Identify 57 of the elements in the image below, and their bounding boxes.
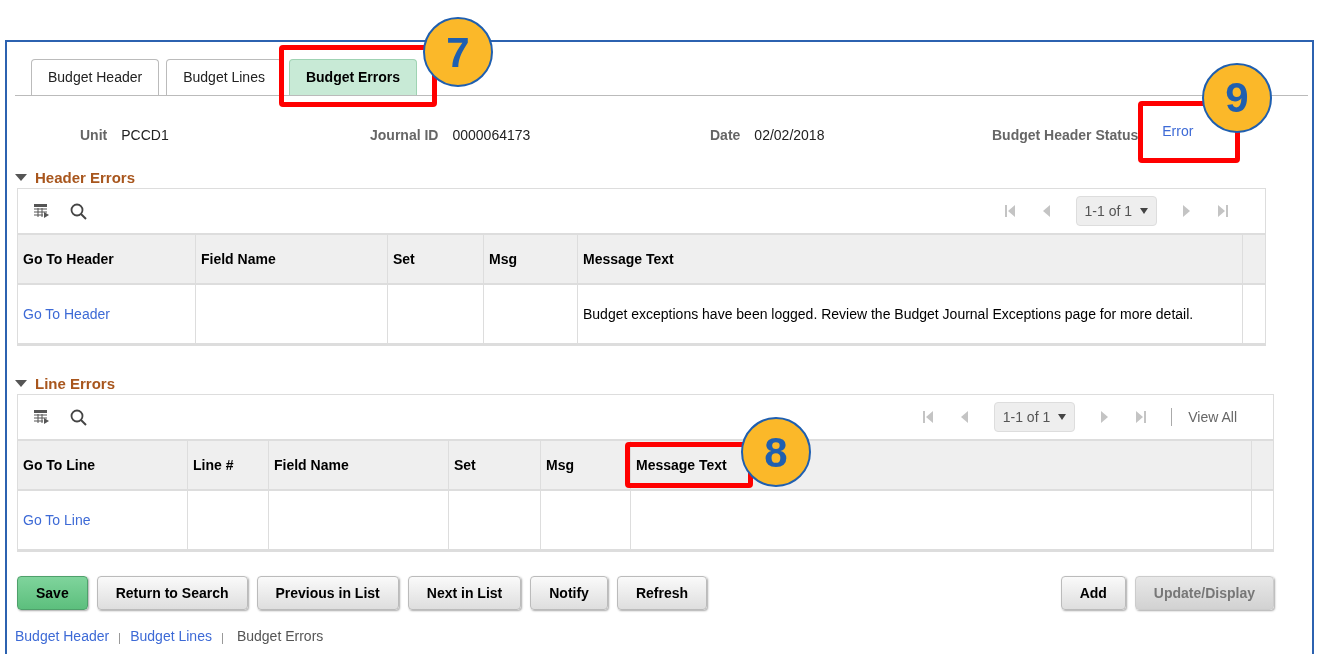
footer-link[interactable]: Budget Errors: [236, 626, 324, 647]
column-header: Set: [449, 439, 541, 491]
column-header: Go To Header: [18, 233, 196, 285]
grid-settings-icon[interactable]: [34, 204, 50, 218]
column-header: Line #: [188, 439, 269, 491]
callout-number: 7: [422, 17, 493, 87]
action-button[interactable]: Refresh: [616, 576, 708, 610]
row-link[interactable]: Go To Header: [23, 303, 110, 325]
section-title: Header Errors: [35, 167, 136, 188]
field-label: Budget Header Status: [992, 125, 1139, 145]
column-header: Field Name: [269, 439, 449, 491]
action-button[interactable]: Previous in List: [256, 576, 399, 610]
column-header: Go To Line: [18, 439, 188, 491]
separator-line: [119, 632, 121, 644]
tab[interactable]: Budget Lines: [166, 59, 282, 95]
dropdown-caret-icon: [1140, 208, 1148, 214]
last-page-icon[interactable]: [1135, 410, 1148, 424]
callout-number: 8: [741, 417, 811, 487]
action-button[interactable]: Save: [17, 576, 88, 610]
field-value: PCCD1: [121, 125, 169, 145]
first-page-icon[interactable]: [1003, 204, 1016, 218]
column-header: Set: [388, 233, 484, 285]
section-title: Line Errors: [35, 373, 116, 394]
first-page-icon[interactable]: [921, 410, 934, 424]
tab[interactable]: Budget Header: [31, 59, 160, 95]
action-button[interactable]: Next in List: [407, 576, 522, 610]
field-label: Unit: [80, 125, 108, 145]
footer-link[interactable]: Budget Lines: [130, 626, 212, 647]
tab[interactable]: Budget Errors: [288, 59, 418, 95]
grid-settings-icon[interactable]: [34, 410, 50, 424]
field-label: Date: [710, 125, 741, 145]
footer-link[interactable]: Budget Header: [15, 626, 110, 647]
callout-number: 9: [1202, 62, 1272, 133]
action-button[interactable]: Return to Search: [96, 576, 248, 610]
separator-line: [1171, 408, 1173, 426]
row-link[interactable]: Go To Line: [23, 509, 91, 531]
column-header: Msg: [541, 439, 631, 491]
table-cell: Budget exceptions have been logged. Review the Budget Journal Exceptions page for more detail.: [578, 285, 1243, 345]
view-all-link[interactable]: View All: [1188, 406, 1237, 428]
page-select[interactable]: 1-1 of 1: [993, 402, 1076, 432]
page-select[interactable]: 1-1 of 1: [1075, 196, 1157, 226]
action-button[interactable]: Notify: [530, 576, 608, 610]
collapse-triangle-icon[interactable]: [15, 380, 27, 388]
column-header: Field Name: [196, 233, 388, 285]
search-icon[interactable]: [70, 202, 87, 220]
dropdown-caret-icon: [1058, 414, 1067, 420]
field-label: Journal ID: [370, 125, 439, 145]
search-icon[interactable]: [70, 408, 87, 426]
action-button[interactable]: Add: [1060, 576, 1126, 610]
separator-line: [221, 632, 223, 644]
last-page-icon[interactable]: [1217, 204, 1229, 218]
status-link[interactable]: Error: [1162, 120, 1194, 142]
collapse-triangle-icon[interactable]: [15, 174, 27, 182]
column-header: Msg: [484, 233, 578, 285]
field-value: 0000064173: [452, 125, 531, 145]
column-header: Message Text: [578, 233, 1243, 285]
field-value: 02/02/2018: [754, 125, 825, 145]
